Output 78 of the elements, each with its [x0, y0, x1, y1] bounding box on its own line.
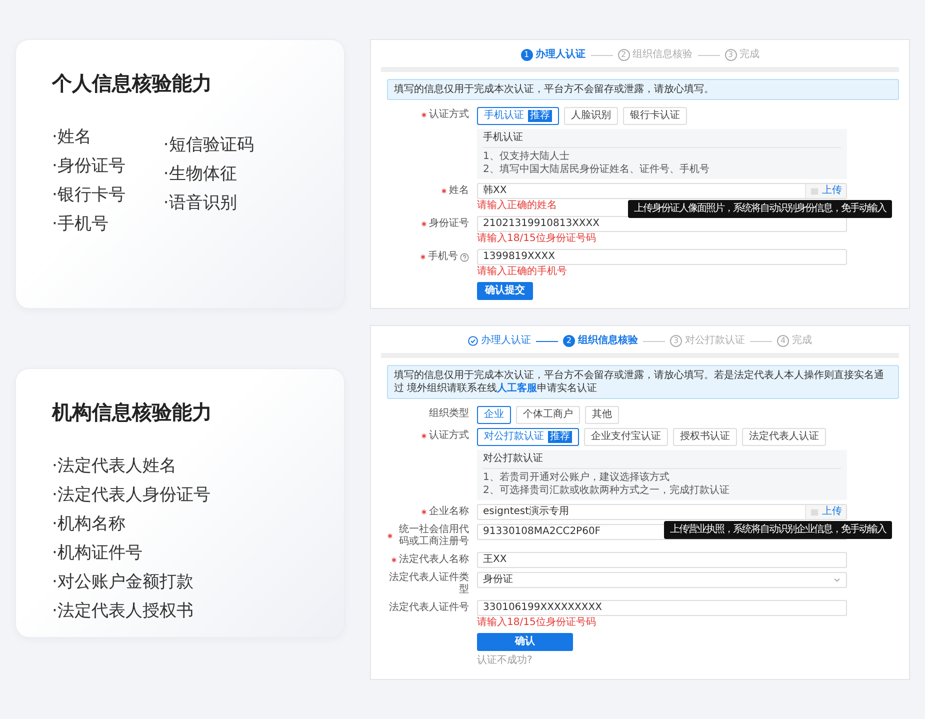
step-label: 组织信息核验: [578, 335, 638, 347]
field-label: 统一社会信用代码或工商注册号: [398, 524, 469, 548]
support-link[interactable]: 人工客服: [497, 383, 538, 394]
feature-item: ·短信验证码: [163, 134, 254, 157]
image-icon: [810, 508, 819, 516]
feature-item: ·银行卡号: [52, 184, 126, 207]
step-label: 组织信息核验: [632, 49, 692, 61]
info-line: 1、若贵司开通对公账户，建议选择该方式: [483, 472, 670, 484]
step-number: 2: [563, 335, 575, 347]
feature-item: ·姓名: [52, 126, 92, 149]
submit-button[interactable]: 确认: [477, 633, 573, 651]
field-label: 认证方式: [429, 109, 469, 121]
option-tab[interactable]: 授权书认证: [673, 428, 737, 446]
option-tab[interactable]: 个体工商户: [516, 406, 580, 424]
step-label: 对公打款认证: [685, 335, 745, 347]
info-line: 1、仅支持大陆人士: [483, 151, 570, 163]
feature-item: ·生物体征: [163, 163, 238, 186]
step-label: 办理人认证: [536, 49, 586, 61]
feature-item: ·身份证号: [52, 155, 126, 178]
feature-item: ·机构名称: [52, 512, 126, 536]
chevron-down-icon: [833, 576, 841, 584]
error-message: 请输入正确的姓名: [477, 200, 557, 212]
step-number: 3: [670, 335, 682, 347]
info-title: 手机认证: [483, 132, 841, 148]
field-label: 姓名: [449, 185, 469, 197]
field-label: 法定代表人名称: [399, 554, 469, 566]
error-message: 请输入正确的手机号: [477, 266, 567, 278]
select-field[interactable]: 身份证: [477, 572, 847, 588]
recommend-badge: 推荐: [548, 431, 572, 443]
option-tab[interactable]: 对公打款认证 推荐: [477, 428, 579, 446]
notice-text: 填写的信息仅用于完成本次认证，平台方不会留存或泄露，请放心填写。若是法定代表人本人操作则直接实名通过 境外组织请联系在线人工客服申请实名认证: [387, 365, 899, 399]
field-label: 法定代表人证件类型: [388, 572, 469, 596]
feature-item: ·对公账户金额打款: [52, 570, 194, 594]
step-label: 完成: [792, 335, 812, 347]
field-label: 认证方式: [429, 430, 469, 442]
input-field[interactable]: 王XX: [477, 552, 847, 568]
submit-button[interactable]: 确认提交: [477, 282, 533, 300]
card-title: 机构信息核验能力: [52, 398, 213, 426]
card-title: 个人信息核验能力: [52, 70, 213, 97]
notice-text: 填写的信息仅用于完成本次认证，平台方不会留存或泄露，请放心填写。: [387, 79, 899, 100]
feature-item: ·法定代表人姓名: [52, 454, 178, 478]
error-message: 请输入18/15位身份证号码: [477, 233, 596, 245]
step-number: 4: [777, 335, 789, 347]
option-tab[interactable]: 银行卡认证: [623, 107, 687, 125]
option-tab[interactable]: 企业: [477, 406, 511, 424]
feature-item: ·法定代表人授权书: [52, 600, 194, 622]
step-number: 1: [520, 49, 532, 61]
recommend-badge: 推荐: [528, 110, 552, 122]
info-line: 2、填写中国大陆居民身份证姓名、证件号、手机号: [483, 164, 710, 176]
option-tab[interactable]: 法定代表人认证: [742, 428, 826, 446]
option-tab[interactable]: 其他: [585, 406, 619, 424]
field-label: 法定代表人证件号: [389, 602, 469, 614]
field-label: 身份证号: [429, 218, 469, 230]
input-field[interactable]: 1399819XXXX: [477, 249, 847, 265]
image-icon: [810, 186, 819, 196]
step-label: 完成: [740, 49, 760, 61]
feature-item: ·手机号: [52, 213, 110, 236]
feature-item: ·语音识别: [163, 192, 238, 215]
option-tab[interactable]: 手机认证 推荐: [477, 107, 559, 125]
feature-item: ·机构证件号: [52, 542, 144, 564]
input-field[interactable]: 21021319910813XXXX: [477, 216, 847, 232]
step-number: 2: [618, 49, 630, 61]
option-tab[interactable]: 人脸识别: [564, 107, 618, 125]
step-number: 3: [724, 49, 736, 61]
tooltip: 上传营业执照，系统将自动识别企业信息，免手动输入: [664, 521, 892, 539]
info-line: 2、可选择贵司汇款或收款两种方式之一，完成打款认证: [483, 485, 730, 497]
option-tab[interactable]: 企业支付宝认证: [584, 428, 668, 446]
error-message: 请输入18/15位身份证号码: [477, 617, 596, 629]
field-label: 手机号: [428, 251, 458, 263]
input-field[interactable]: 韩XX 上传: [477, 183, 847, 199]
info-title: 对公打款认证: [483, 453, 841, 469]
input-field[interactable]: esigntest演示专用 上传: [477, 504, 847, 520]
field-label: 企业名称: [429, 506, 469, 518]
step-label: 办理人认证: [481, 335, 531, 347]
input-field[interactable]: 330106199XXXXXXXXX: [477, 600, 847, 616]
field-label: 组织类型: [429, 408, 469, 420]
feature-item: ·法定代表人身份证号: [52, 484, 210, 506]
tooltip: 上传身份证人像面照片，系统将自动识别身份信息，免手动输入: [628, 200, 892, 218]
